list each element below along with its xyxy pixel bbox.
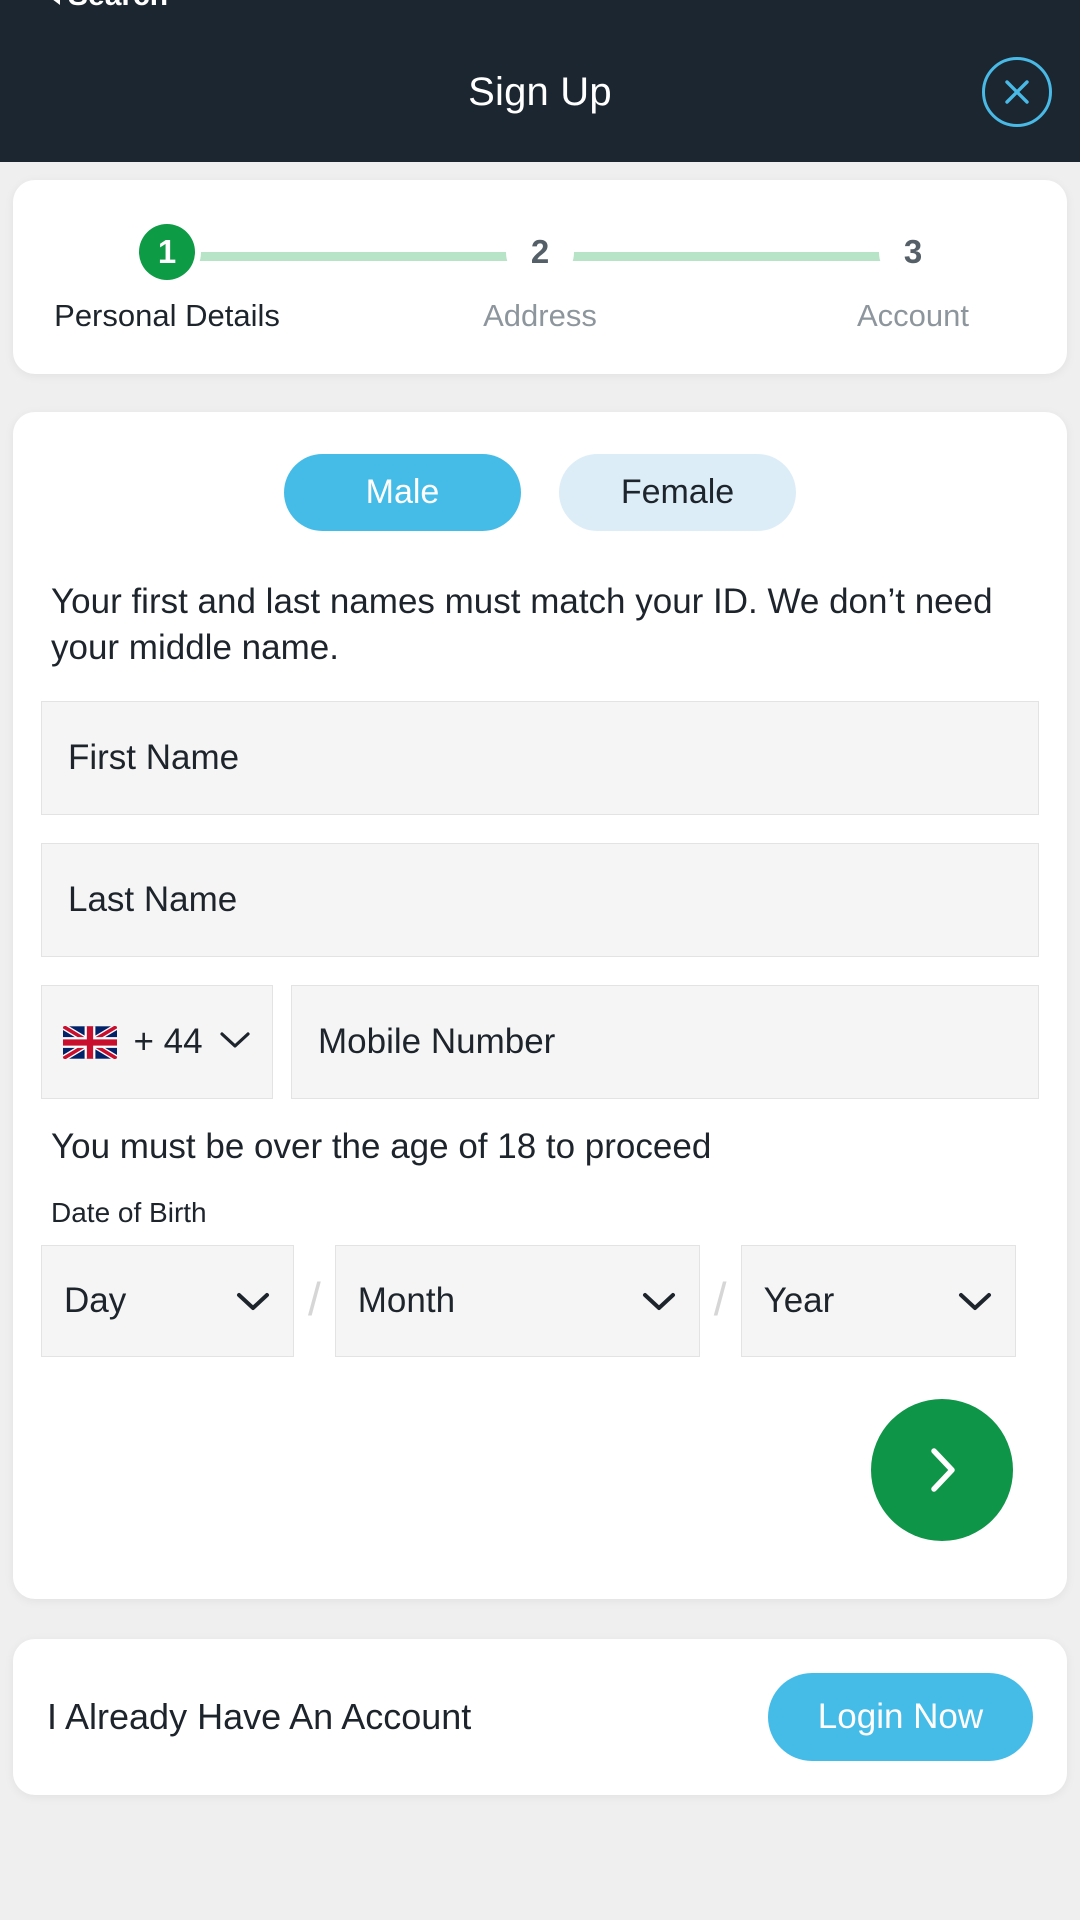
last-name-input[interactable]: Last Name xyxy=(41,843,1039,958)
header-bar: Sign Up xyxy=(0,22,1080,162)
chevron-down-glyph xyxy=(237,1293,269,1311)
age-requirement-note: You must be over the age of 18 to procee… xyxy=(51,1127,712,1167)
gender-toggle-group: Male Female xyxy=(41,454,1039,531)
dob-year-value: Year xyxy=(763,1281,835,1321)
date-of-birth-row: Day / Month / Year xyxy=(41,1245,1039,1358)
personal-details-form: Male Female Your first and last names mu… xyxy=(13,412,1067,1600)
first-name-input[interactable]: First Name xyxy=(41,701,1039,816)
page-title: Sign Up xyxy=(468,69,612,114)
back-to-search-link[interactable]: Search xyxy=(48,0,168,13)
step-personal-details[interactable]: 1 Personal Details xyxy=(54,224,280,334)
page-body: 1 Personal Details 2 Address 3 Account M… xyxy=(0,158,1080,1916)
mobile-number-placeholder: Mobile Number xyxy=(318,1022,556,1062)
step-account[interactable]: 3 Account xyxy=(803,224,1023,334)
chevron-down-icon xyxy=(219,1030,251,1055)
last-name-placeholder: Last Name xyxy=(68,880,238,920)
dob-day-select[interactable]: Day xyxy=(41,1245,294,1358)
dob-day-value: Day xyxy=(64,1281,127,1321)
country-code-select[interactable]: + 44 xyxy=(41,985,273,1100)
form-actions xyxy=(41,1399,1039,1542)
uk-flag-glyph xyxy=(63,1025,118,1059)
status-bar: Search xyxy=(0,0,1080,22)
name-helper-text: Your first and last names must match you… xyxy=(51,582,993,668)
gender-option-female[interactable]: Female xyxy=(559,454,796,531)
dial-code-label: + 44 xyxy=(133,1022,203,1062)
uk-flag-icon xyxy=(63,1025,118,1059)
first-name-placeholder: First Name xyxy=(68,738,240,778)
signup-stepper: 1 Personal Details 2 Address 3 Account xyxy=(13,180,1067,374)
mobile-number-row: + 44 Mobile Number xyxy=(41,985,1039,1100)
chevron-down-glyph xyxy=(642,1293,675,1311)
gender-option-male[interactable]: Male xyxy=(284,454,521,531)
step-number-badge: 1 xyxy=(139,224,195,280)
mobile-number-input[interactable]: Mobile Number xyxy=(291,985,1039,1100)
chevron-right-icon xyxy=(931,1448,955,1493)
step-number-badge: 2 xyxy=(512,224,568,280)
login-now-button[interactable]: Login Now xyxy=(768,1673,1033,1762)
dob-month-select[interactable]: Month xyxy=(334,1245,700,1358)
next-step-button[interactable] xyxy=(871,1399,1013,1542)
step-label: Account xyxy=(856,298,969,333)
step-number-badge: 3 xyxy=(885,224,941,280)
back-caret-icon xyxy=(48,0,60,5)
chevron-down-glyph xyxy=(219,1032,250,1048)
step-label: Personal Details xyxy=(54,298,280,333)
existing-account-prompt: I Already Have An Account xyxy=(47,1696,472,1738)
dob-separator: / xyxy=(713,1273,727,1326)
step-label: Address xyxy=(483,298,597,333)
date-of-birth-label: Date of Birth xyxy=(51,1197,207,1229)
chevron-down-glyph xyxy=(958,1293,991,1311)
step-address[interactable]: 2 Address xyxy=(430,224,650,334)
dob-month-value: Month xyxy=(357,1281,456,1321)
dob-year-select[interactable]: Year xyxy=(740,1245,1016,1358)
dob-separator: / xyxy=(308,1273,321,1326)
chevron-down-icon xyxy=(235,1281,271,1321)
chevron-down-icon xyxy=(957,1281,993,1321)
close-x-glyph xyxy=(1005,80,1029,104)
back-link-label: Search xyxy=(68,0,168,13)
existing-account-bar: I Already Have An Account Login Now xyxy=(13,1639,1067,1796)
close-icon[interactable] xyxy=(982,57,1052,127)
chevron-down-icon xyxy=(641,1281,677,1321)
